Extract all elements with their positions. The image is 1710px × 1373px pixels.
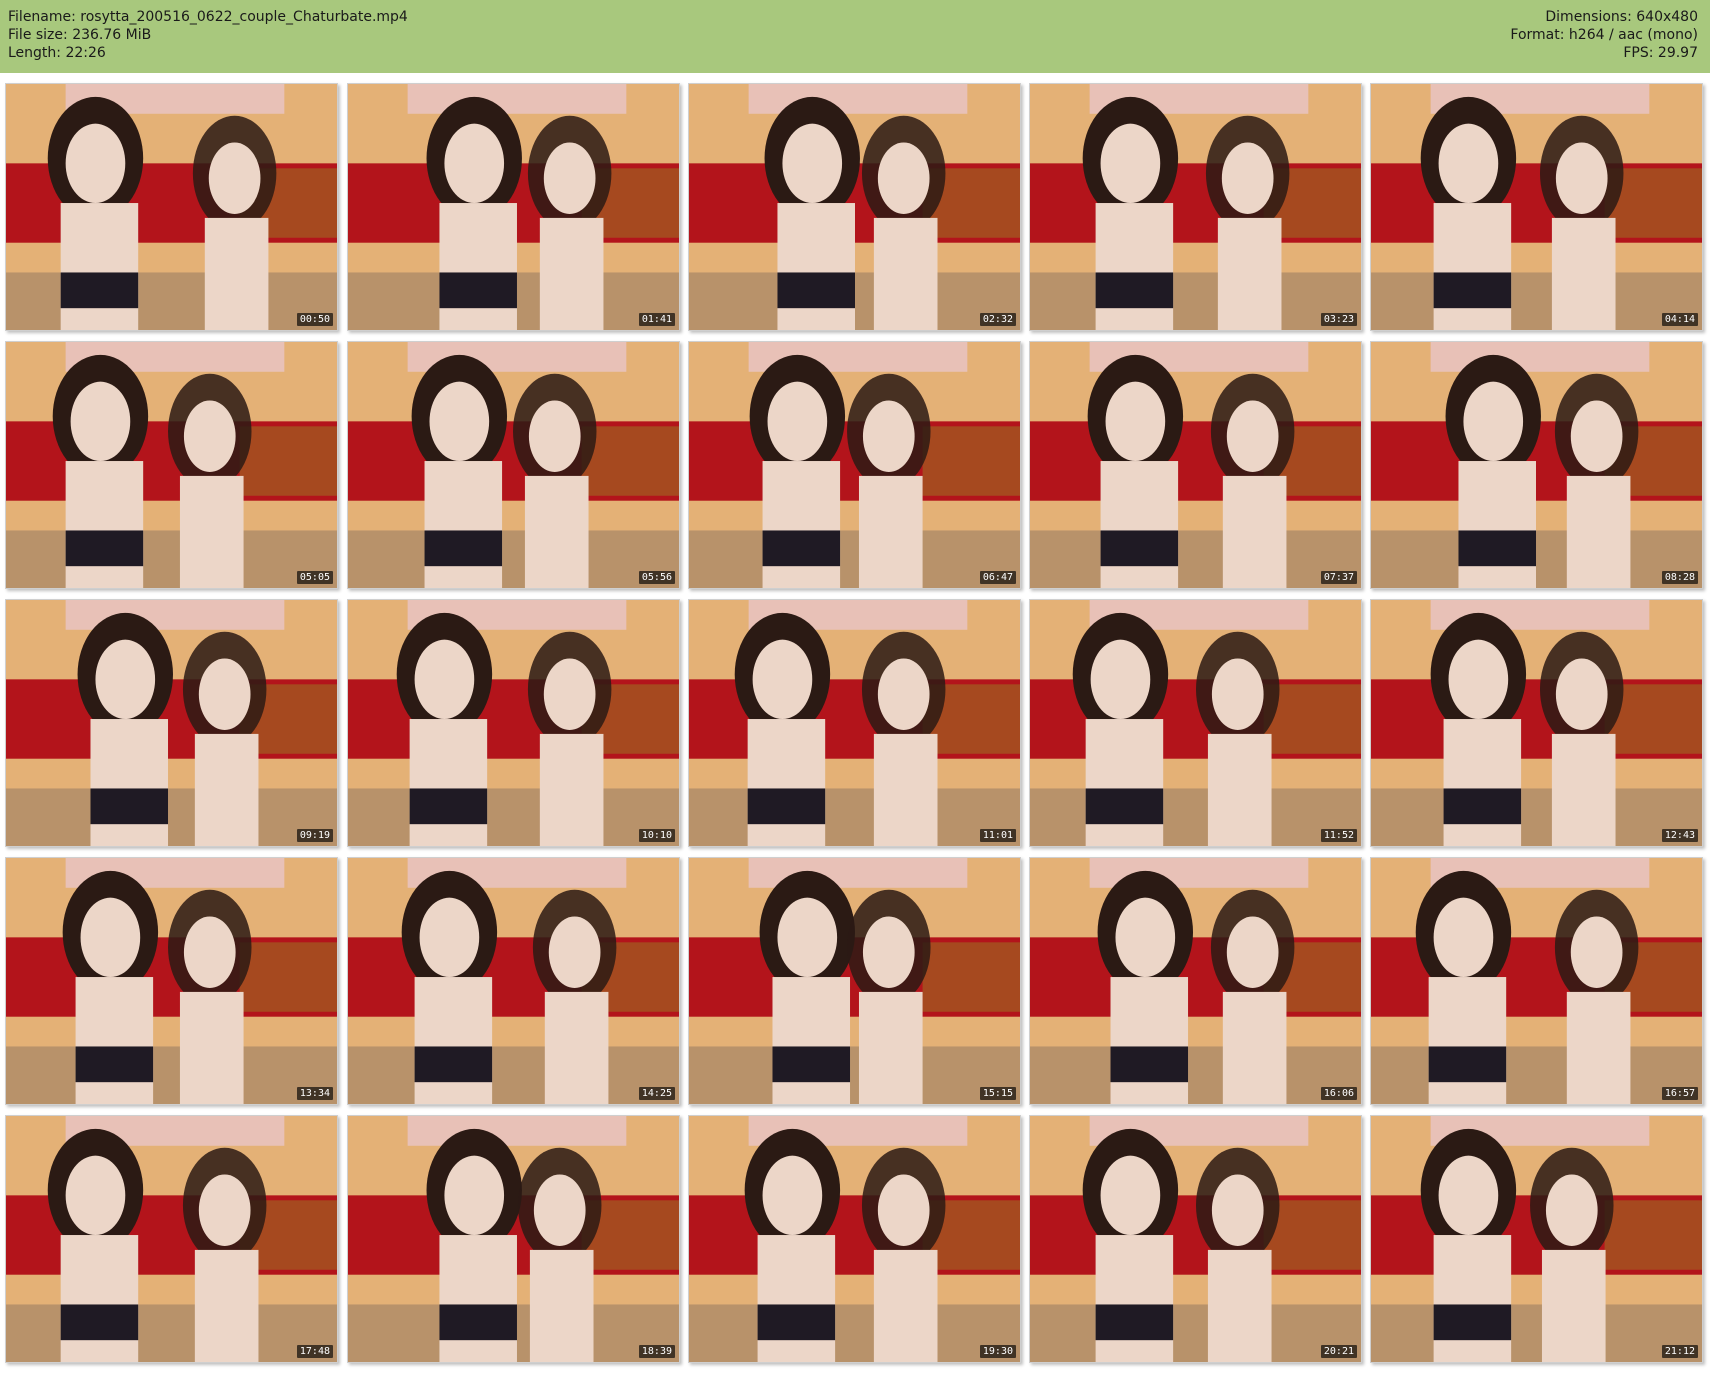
timestamp-label: 04:14 <box>1661 313 1698 326</box>
video-thumbnail[interactable]: 15:15 <box>688 857 1021 1105</box>
video-thumbnail[interactable]: 20:21 <box>1029 1115 1362 1363</box>
timestamp-label: 18:39 <box>638 1345 675 1358</box>
video-thumbnail[interactable]: 05:56 <box>347 341 680 589</box>
thumbnail-scene <box>6 342 337 588</box>
thumbnail-scene <box>6 84 337 330</box>
video-thumbnail[interactable]: 14:25 <box>347 857 680 1105</box>
timestamp-label: 06:47 <box>979 571 1016 584</box>
video-thumbnail[interactable]: 10:10 <box>347 599 680 847</box>
thumbnail-scene <box>348 84 679 330</box>
video-thumbnail[interactable]: 03:23 <box>1029 83 1362 331</box>
thumbnail-scene <box>1371 1116 1702 1362</box>
thumbnail-scene <box>348 342 679 588</box>
timestamp-label: 01:41 <box>638 313 675 326</box>
video-thumbnail[interactable]: 07:37 <box>1029 341 1362 589</box>
video-thumbnail[interactable]: 13:34 <box>5 857 338 1105</box>
timestamp-label: 14:25 <box>638 1087 675 1100</box>
timestamp-label: 11:01 <box>979 829 1016 842</box>
timestamp-label: 00:50 <box>296 313 333 326</box>
thumbnail-scene <box>1030 1116 1361 1362</box>
timestamp-label: 19:30 <box>979 1345 1016 1358</box>
length-text: Length: 22:26 <box>8 45 106 61</box>
timestamp-label: 16:57 <box>1661 1087 1698 1100</box>
timestamp-label: 09:19 <box>296 829 333 842</box>
filename-text: Filename: rosytta_200516_0622_couple_Cha… <box>8 9 408 25</box>
timestamp-label: 03:23 <box>1320 313 1357 326</box>
thumbnail-scene <box>348 600 679 846</box>
video-thumbnail[interactable]: 21:12 <box>1370 1115 1703 1363</box>
timestamp-label: 15:15 <box>979 1087 1016 1100</box>
thumbnail-scene <box>689 858 1020 1104</box>
video-thumbnail[interactable]: 17:48 <box>5 1115 338 1363</box>
video-thumbnail[interactable]: 04:14 <box>1370 83 1703 331</box>
thumbnail-grid: 00:50 01:41 02:32 03:23 04:14 05:05 05:56 06:47… <box>0 73 1710 1373</box>
video-thumbnail[interactable]: 16:06 <box>1029 857 1362 1105</box>
format-text: Format: h264 / aac (mono) <box>1510 27 1698 43</box>
video-thumbnail[interactable]: 11:52 <box>1029 599 1362 847</box>
video-thumbnail[interactable]: 00:50 <box>5 83 338 331</box>
timestamp-label: 13:34 <box>296 1087 333 1100</box>
thumbnail-scene <box>1030 600 1361 846</box>
video-thumbnail[interactable]: 11:01 <box>688 599 1021 847</box>
video-thumbnail[interactable]: 18:39 <box>347 1115 680 1363</box>
thumbnail-scene <box>1030 342 1361 588</box>
dimensions-text: Dimensions: 640x480 <box>1545 9 1698 25</box>
thumbnail-scene <box>1030 84 1361 330</box>
video-thumbnail[interactable]: 19:30 <box>688 1115 1021 1363</box>
timestamp-label: 02:32 <box>979 313 1016 326</box>
timestamp-label: 05:56 <box>638 571 675 584</box>
file-size-text: File size: 236.76 MiB <box>8 27 152 43</box>
timestamp-label: 11:52 <box>1320 829 1357 842</box>
thumbnail-scene <box>689 600 1020 846</box>
fps-text: FPS: 29.97 <box>1623 45 1698 61</box>
timestamp-label: 05:05 <box>296 571 333 584</box>
video-thumbnail[interactable]: 05:05 <box>5 341 338 589</box>
thumbnail-scene <box>6 600 337 846</box>
thumbnail-scene <box>348 1116 679 1362</box>
thumbnail-scene <box>1371 858 1702 1104</box>
thumbnail-scene <box>348 858 679 1104</box>
thumbnail-scene <box>689 1116 1020 1362</box>
thumbnail-scene <box>689 84 1020 330</box>
thumbnail-scene <box>6 1116 337 1362</box>
thumbnail-scene <box>689 342 1020 588</box>
video-thumbnail[interactable]: 09:19 <box>5 599 338 847</box>
timestamp-label: 07:37 <box>1320 571 1357 584</box>
timestamp-label: 10:10 <box>638 829 675 842</box>
thumbnail-scene <box>1371 84 1702 330</box>
video-thumbnail[interactable]: 08:28 <box>1370 341 1703 589</box>
video-thumbnail[interactable]: 06:47 <box>688 341 1021 589</box>
thumbnail-scene <box>6 858 337 1104</box>
video-thumbnail[interactable]: 16:57 <box>1370 857 1703 1105</box>
thumbnail-scene <box>1371 342 1702 588</box>
thumbnail-scene <box>1371 600 1702 846</box>
timestamp-label: 12:43 <box>1661 829 1698 842</box>
timestamp-label: 17:48 <box>296 1345 333 1358</box>
metadata-right: Dimensions: 640x480 Format: h264 / aac (… <box>1510 8 1698 62</box>
video-thumbnail[interactable]: 01:41 <box>347 83 680 331</box>
metadata-left: Filename: rosytta_200516_0622_couple_Cha… <box>8 8 408 62</box>
thumbnail-scene <box>1030 858 1361 1104</box>
metadata-header: Filename: rosytta_200516_0622_couple_Cha… <box>0 0 1710 73</box>
video-thumbnail[interactable]: 02:32 <box>688 83 1021 331</box>
timestamp-label: 20:21 <box>1320 1345 1357 1358</box>
video-thumbnail[interactable]: 12:43 <box>1370 599 1703 847</box>
timestamp-label: 08:28 <box>1661 571 1698 584</box>
timestamp-label: 16:06 <box>1320 1087 1357 1100</box>
timestamp-label: 21:12 <box>1661 1345 1698 1358</box>
